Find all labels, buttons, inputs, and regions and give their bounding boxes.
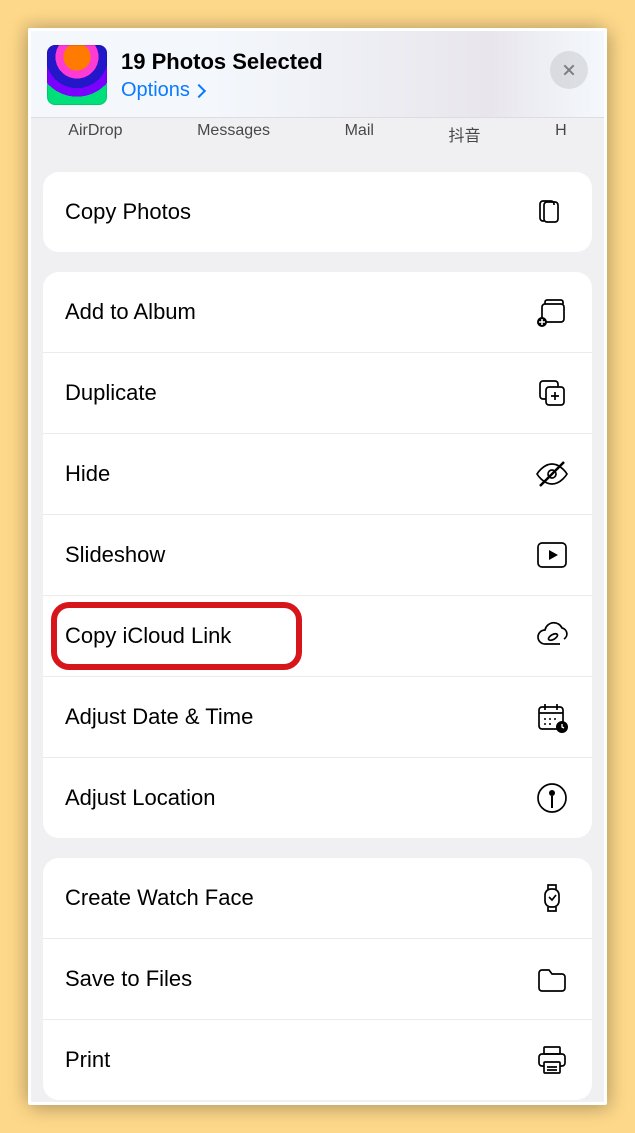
- row-label: Print: [65, 1047, 110, 1073]
- action-group: Copy Photos: [43, 172, 592, 252]
- options-label: Options: [121, 79, 190, 102]
- row-label: Save to Files: [65, 966, 192, 992]
- copy-photos-row[interactable]: Copy Photos: [43, 172, 592, 252]
- copy-icloud-link-row[interactable]: Copy iCloud Link: [43, 595, 592, 676]
- selection-title: 19 Photos Selected: [121, 49, 536, 75]
- action-group: Create Watch Face Save to Files Print: [43, 858, 592, 1100]
- add-to-album-row[interactable]: Add to Album: [43, 272, 592, 352]
- printer-icon: [534, 1042, 570, 1078]
- row-label: Add to Album: [65, 299, 196, 325]
- share-sheet: 19 Photos Selected Options AirDrop Messa…: [28, 28, 607, 1105]
- share-target[interactable]: 抖音: [449, 122, 481, 146]
- share-target[interactable]: Messages: [197, 122, 270, 146]
- row-label: Hide: [65, 461, 110, 487]
- folder-icon: [534, 961, 570, 997]
- watch-icon: [534, 880, 570, 916]
- save-to-files-row[interactable]: Save to Files: [43, 938, 592, 1019]
- slideshow-row[interactable]: Slideshow: [43, 514, 592, 595]
- sheet-header: 19 Photos Selected Options: [31, 31, 604, 117]
- share-targets-row: AirDrop Messages Mail 抖音 H: [31, 117, 604, 152]
- photo-thumbnail: [47, 45, 107, 105]
- eye-slash-icon: [534, 456, 570, 492]
- close-icon: [561, 62, 577, 78]
- print-row[interactable]: Print: [43, 1019, 592, 1100]
- row-label: Copy iCloud Link: [65, 623, 231, 649]
- row-label: Adjust Date & Time: [65, 704, 253, 730]
- share-target[interactable]: H: [555, 122, 567, 146]
- row-label: Adjust Location: [65, 785, 215, 811]
- row-label: Create Watch Face: [65, 885, 254, 911]
- options-button[interactable]: Options: [121, 79, 204, 102]
- row-label: Copy Photos: [65, 199, 191, 225]
- album-add-icon: [534, 294, 570, 330]
- create-watch-face-row[interactable]: Create Watch Face: [43, 858, 592, 938]
- duplicate-row[interactable]: Duplicate: [43, 352, 592, 433]
- close-button[interactable]: [550, 51, 588, 89]
- adjust-date-time-row[interactable]: Adjust Date & Time: [43, 676, 592, 757]
- action-groups: Copy Photos Add to Album Duplicate Hide Slid…: [31, 152, 604, 1102]
- pin-circle-icon: [534, 780, 570, 816]
- action-group: Add to Album Duplicate Hide Slideshow Copy i…: [43, 272, 592, 838]
- duplicate-icon: [534, 375, 570, 411]
- chevron-right-icon: [192, 83, 206, 97]
- adjust-location-row[interactable]: Adjust Location: [43, 757, 592, 838]
- row-label: Slideshow: [65, 542, 165, 568]
- cloud-link-icon: [534, 618, 570, 654]
- share-target[interactable]: AirDrop: [68, 122, 122, 146]
- share-target[interactable]: Mail: [345, 122, 374, 146]
- header-text: 19 Photos Selected Options: [121, 45, 536, 102]
- row-label: Duplicate: [65, 380, 157, 406]
- hide-row[interactable]: Hide: [43, 433, 592, 514]
- copy-docs-icon: [534, 194, 570, 230]
- calendar-clock-icon: [534, 699, 570, 735]
- play-icon: [534, 537, 570, 573]
